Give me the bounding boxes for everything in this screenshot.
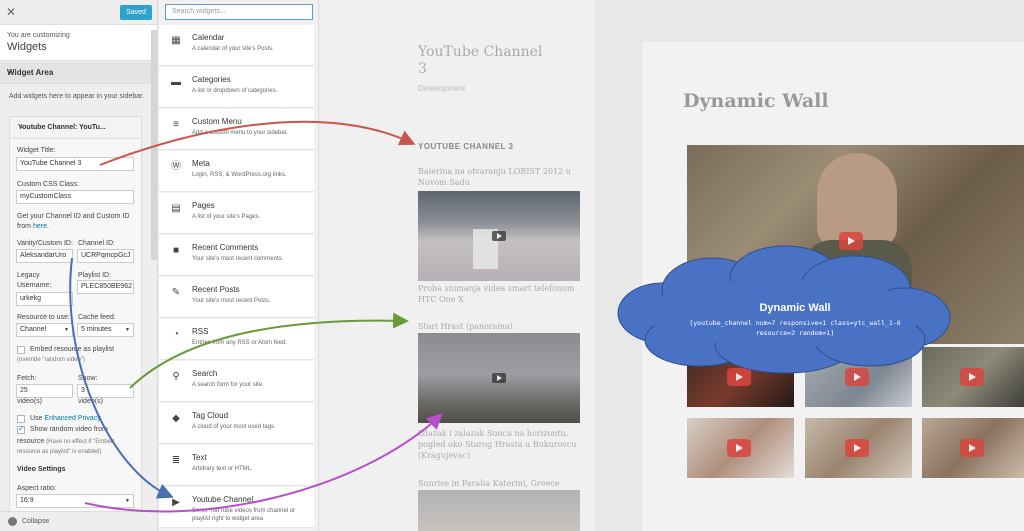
annotation-overlay xyxy=(69,120,951,513)
screenshot-root: { "customizer": { "saved_label": "Saved"… xyxy=(0,0,1024,531)
cloud-shortcode: [youtube_channel num=7 responsive=1 clas… xyxy=(660,318,930,338)
cloud-shortcode-line-1: [youtube_channel num=7 responsive=1 clas… xyxy=(689,319,901,327)
cloud-title: Dynamic Wall xyxy=(759,302,831,314)
arrow-red xyxy=(99,120,416,166)
arrow-blue xyxy=(69,257,174,499)
arrow-green xyxy=(129,312,409,389)
arrow-purple xyxy=(84,413,443,513)
cloud-shortcode-line-2: resource=2 random=1] xyxy=(755,329,835,337)
